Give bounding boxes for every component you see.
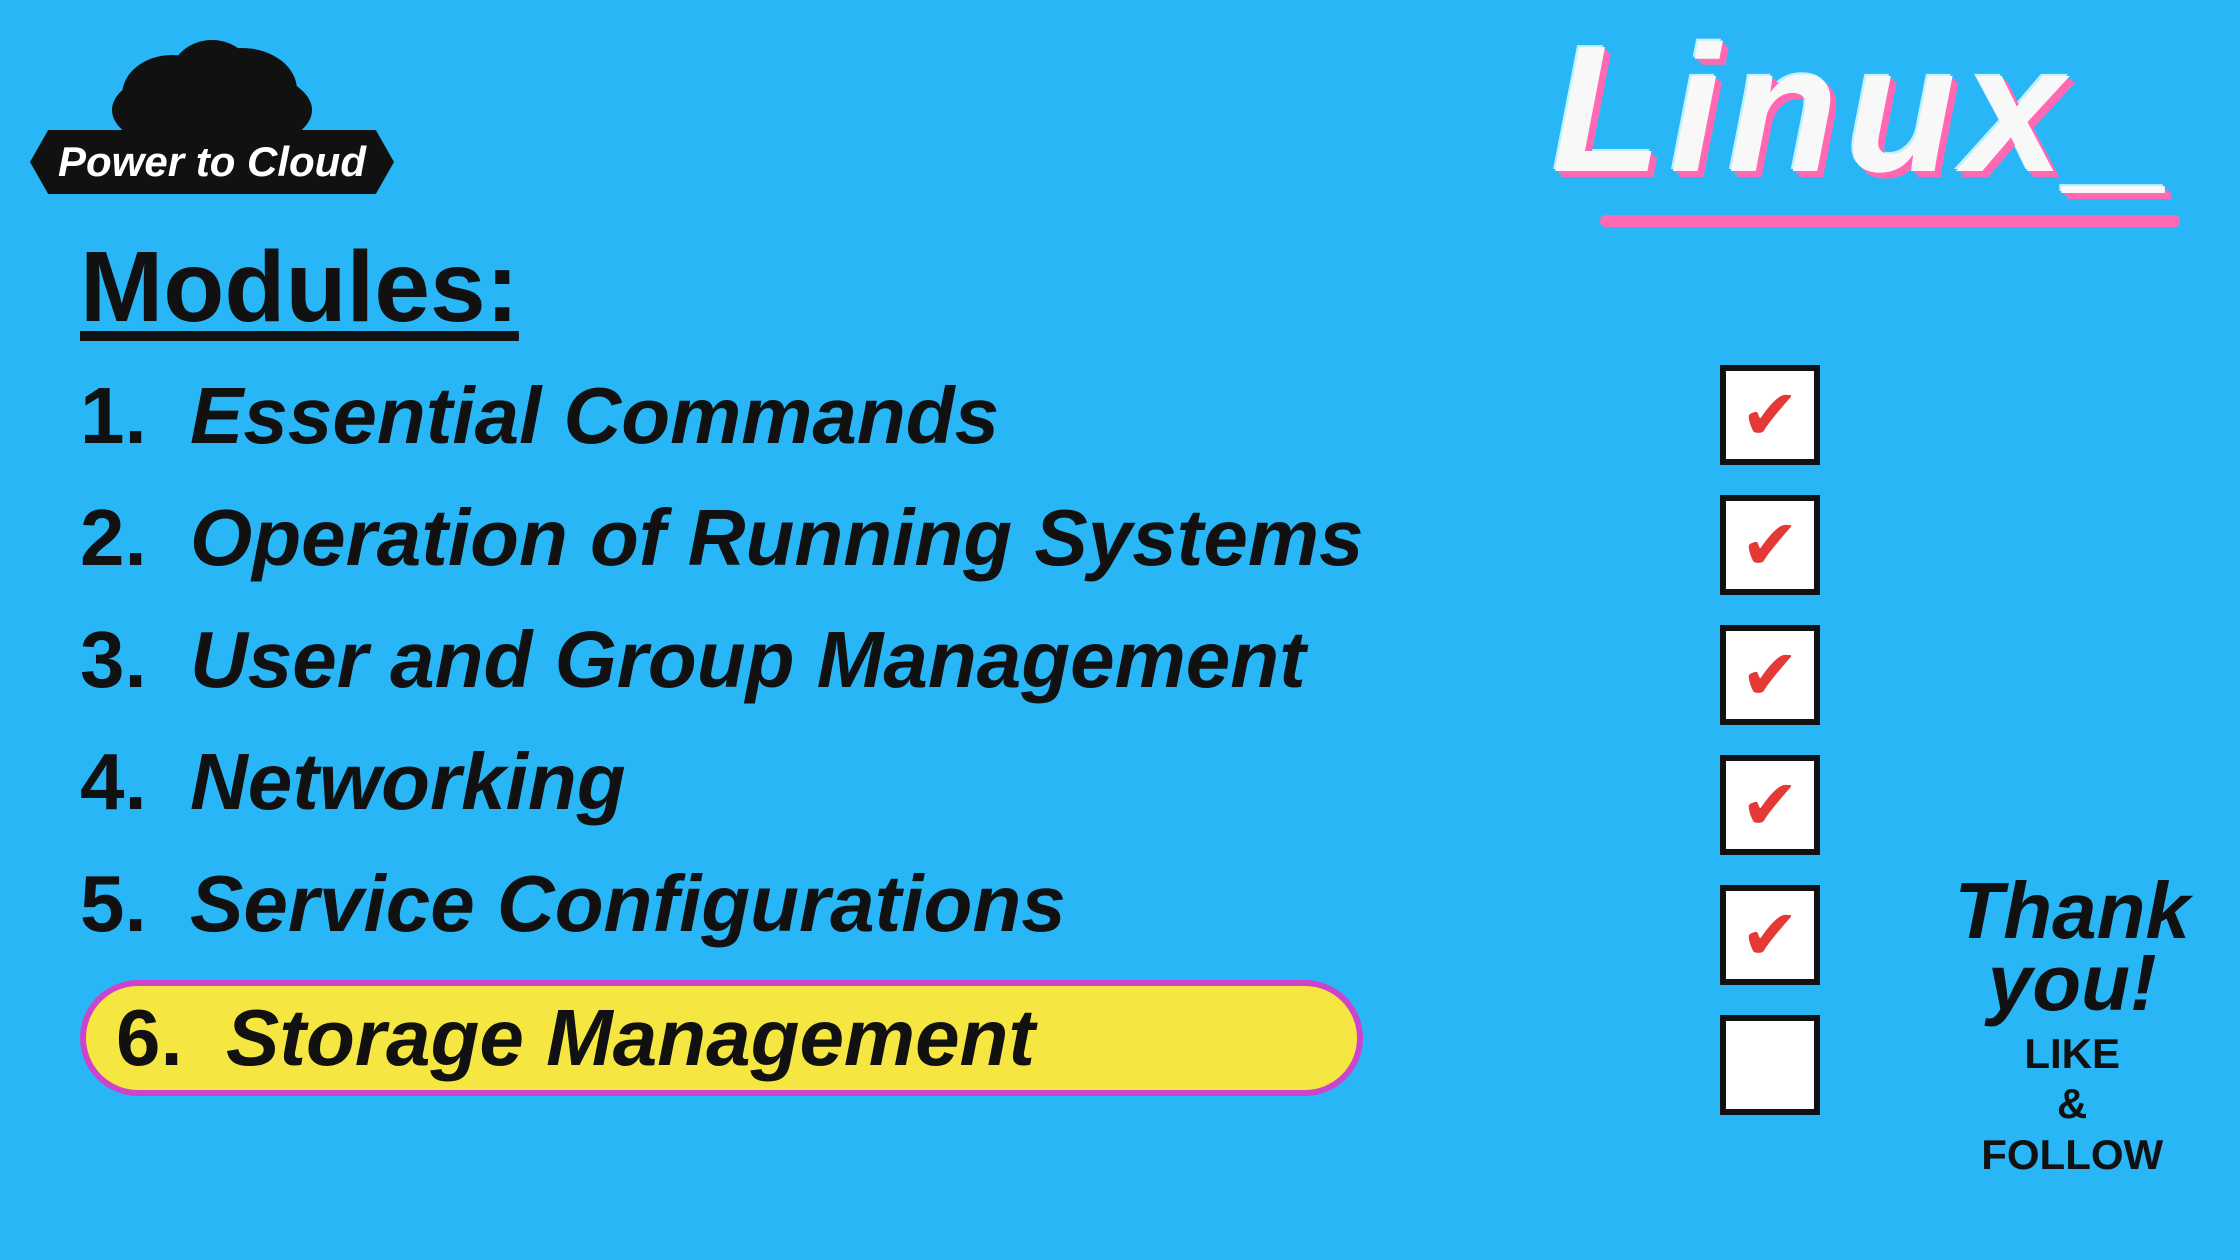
checkbox-3[interactable] (1720, 625, 1820, 725)
checkbox-6[interactable] (1720, 1015, 1820, 1115)
logo-area: Power to Cloud (30, 20, 394, 194)
module-number-5: 5. (80, 858, 190, 950)
module-name-5: Service Configurations (190, 858, 1066, 950)
module-name-2: Operation of Running Systems (190, 492, 1363, 584)
modules-heading: Modules: (80, 230, 519, 345)
linux-title: Linux_ (1552, 20, 2180, 200)
like-follow-text: LIKE&FOLLOW (1954, 1029, 2190, 1180)
logo-banner: Power to Cloud (30, 130, 394, 194)
checkbox-1[interactable] (1720, 365, 1820, 465)
module-name-3: User and Group Management (190, 614, 1306, 706)
module-name-6: Storage Management (226, 992, 1035, 1084)
module-list: 1. Essential Commands 2. Operation of Ru… (80, 370, 1363, 1096)
module-item-3: 3. User and Group Management (80, 614, 1363, 706)
module-number-4: 4. (80, 736, 190, 828)
checkbox-2[interactable] (1720, 495, 1820, 595)
module-name-1: Essential Commands (190, 370, 999, 462)
module-item-4: 4. Networking (80, 736, 1363, 828)
module-number-6: 6. (116, 992, 226, 1084)
module-number-2: 2. (80, 492, 190, 584)
checkbox-5[interactable] (1720, 885, 1820, 985)
thank-you-section: Thank you! LIKE&FOLLOW (1954, 875, 2190, 1180)
module-item-2: 2. Operation of Running Systems (80, 492, 1363, 584)
module-item-1: 1. Essential Commands (80, 370, 1363, 462)
module-number-1: 1. (80, 370, 190, 462)
linux-underline (1600, 215, 2180, 227)
checkbox-4[interactable] (1720, 755, 1820, 855)
module-item-6: 6. Storage Management (80, 980, 1363, 1096)
module-item-5: 5. Service Configurations (80, 858, 1363, 950)
thank-you-line2: you! (1988, 938, 2157, 1027)
module-name-4: Networking (190, 736, 626, 828)
thank-you-text: Thank you! (1954, 875, 2190, 1019)
checkboxes-col (1720, 365, 1820, 1115)
module-number-3: 3. (80, 614, 190, 706)
